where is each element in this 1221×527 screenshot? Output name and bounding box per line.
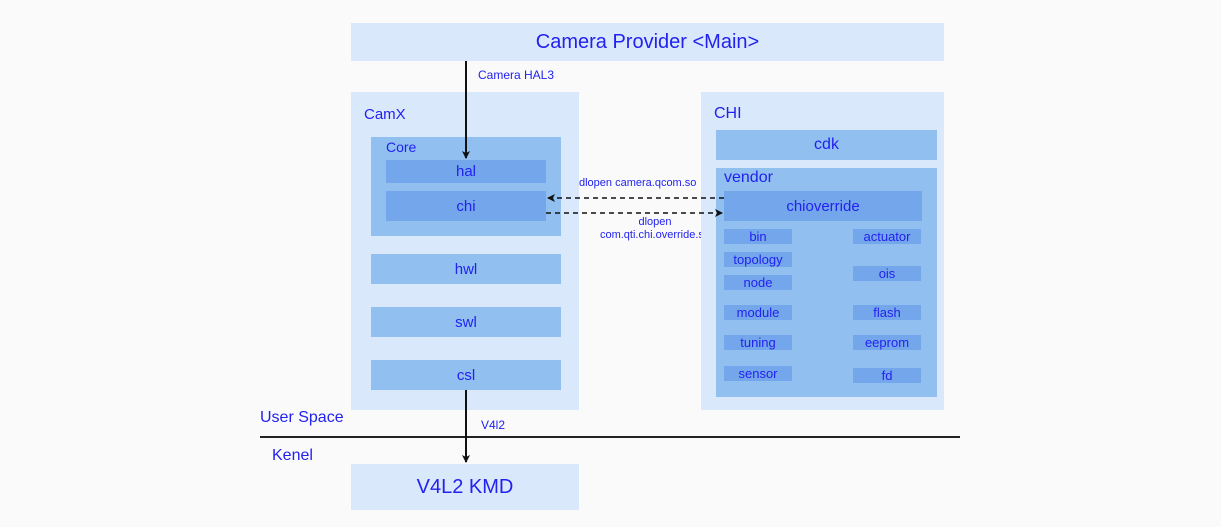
hwl-label: hwl bbox=[454, 260, 478, 278]
vendor-item-topology: topology bbox=[724, 252, 792, 267]
user-kernel-divider bbox=[260, 436, 960, 438]
connector-overlay bbox=[462, 61, 724, 463]
core-title: Core bbox=[386, 139, 417, 155]
vendor-title: vendor bbox=[724, 169, 773, 186]
vendor-item-ois: ois bbox=[853, 266, 921, 281]
core-chi-box: chi bbox=[386, 191, 546, 221]
core-hal-label: hal bbox=[455, 163, 477, 180]
vendor-item-label: actuator bbox=[863, 229, 911, 244]
cdk-label: cdk bbox=[814, 136, 839, 153]
camera-hal3-label: Camera HAL3 bbox=[478, 68, 555, 82]
v4l2-kmd-title: V4L2 KMD bbox=[416, 475, 514, 498]
core-box: Core bbox=[371, 137, 561, 236]
core-chi-label: chi bbox=[456, 197, 476, 215]
core-hal-box: hal bbox=[386, 160, 546, 183]
csl-box: csl bbox=[371, 360, 561, 390]
vendor-item-label: eeprom bbox=[864, 335, 910, 350]
cdk-box: cdk bbox=[716, 130, 937, 160]
vendor-item-bin: bin bbox=[724, 229, 792, 244]
vendor-item-label: fd bbox=[881, 368, 893, 383]
swl-label: swl bbox=[455, 313, 477, 331]
vendor-item-label: flash bbox=[873, 305, 901, 320]
v4l2-label: V4l2 bbox=[481, 418, 506, 432]
chi-title: CHI bbox=[714, 105, 742, 122]
vendor-item-flash: flash bbox=[853, 305, 921, 320]
vendor-item-label: node bbox=[743, 275, 773, 290]
vendor-item-module: module bbox=[724, 305, 792, 320]
vendor-item-fd: fd bbox=[853, 368, 921, 383]
vendor-item-label: module bbox=[736, 305, 780, 320]
v4l2-kmd-box: V4L2 KMD bbox=[351, 464, 579, 510]
vendor-item-label: tuning bbox=[740, 335, 776, 350]
dlopen-camera-label: dlopen camera.qcom.so bbox=[579, 177, 697, 189]
vendor-item-sensor: sensor bbox=[724, 366, 792, 381]
camx-title: CamX bbox=[364, 106, 406, 123]
vendor-item-tuning: tuning bbox=[724, 335, 792, 350]
hwl-box: hwl bbox=[371, 254, 561, 284]
camera-provider-box: Camera Provider <Main> bbox=[351, 23, 944, 61]
vendor-item-label: topology bbox=[733, 252, 783, 267]
user-space-label: User Space bbox=[260, 409, 344, 426]
swl-box: swl bbox=[371, 307, 561, 337]
vendor-item-eeprom: eeprom bbox=[853, 335, 921, 350]
kernel-label: Kenel bbox=[272, 447, 313, 464]
csl-label: csl bbox=[456, 366, 476, 384]
vendor-item-label: bin bbox=[749, 229, 767, 244]
vendor-item-label: ois bbox=[878, 266, 896, 281]
vendor-item-actuator: actuator bbox=[853, 229, 921, 244]
camera-provider-title: Camera Provider <Main> bbox=[535, 30, 760, 53]
vendor-item-node: node bbox=[724, 275, 792, 290]
chioverride-label: chioverride bbox=[786, 197, 860, 215]
vendor-item-label: sensor bbox=[738, 366, 778, 381]
chioverride-box: chioverride bbox=[724, 191, 922, 221]
